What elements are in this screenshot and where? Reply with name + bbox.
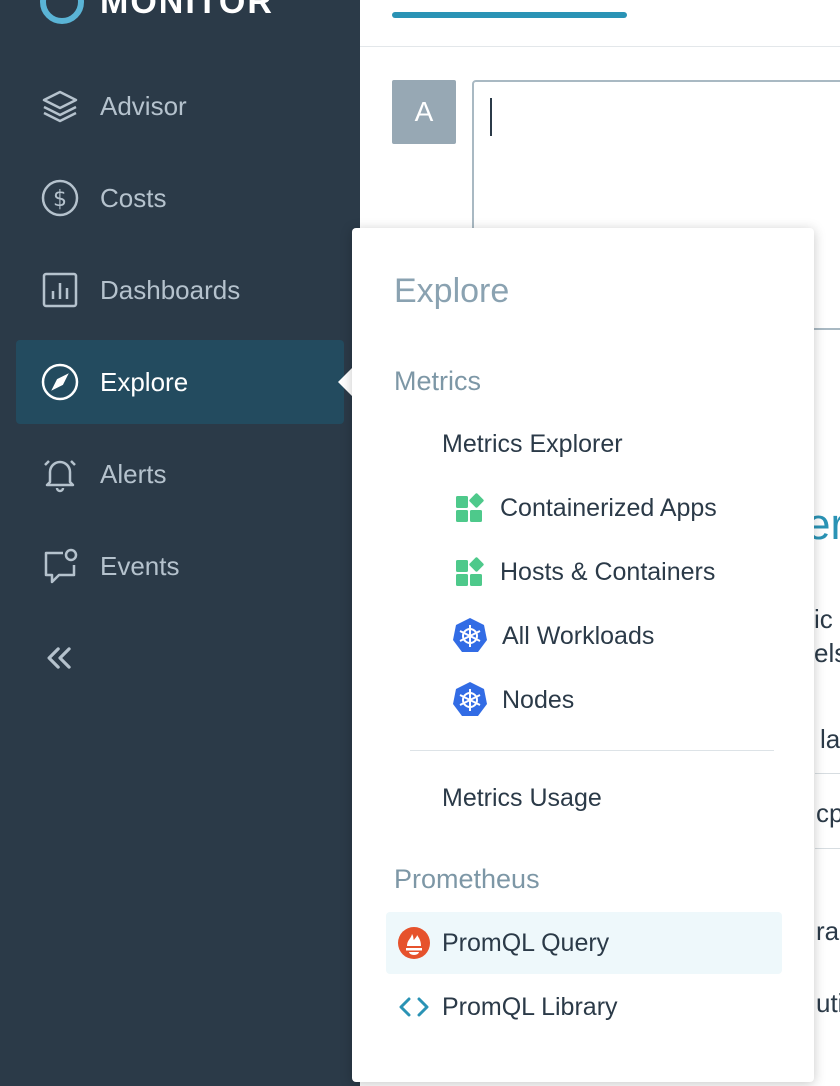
brand-name: MONITOR [100,0,274,21]
sidebar-item-explore[interactable]: Explore [16,340,344,424]
text-caret [490,98,492,136]
background-row-divider [815,848,840,849]
double-chevron-left-icon [47,647,71,669]
background-row-divider [815,773,840,774]
query-avatar: A [392,80,456,144]
sidebar-item-label: Dashboards [100,274,241,305]
menu-divider [410,750,774,751]
menu-item-metrics-explorer[interactable]: Metrics Explorer [442,414,623,474]
menu-item-promql-query[interactable]: PromQL Query [396,913,609,973]
menu-item-hosts-containers[interactable]: Hosts & Containers [452,542,715,602]
green-blocks-icon [452,554,488,590]
dollar-circle-icon: $ [38,176,82,220]
menu-item-all-workloads[interactable]: All Workloads [450,606,654,666]
popover-arrow [338,368,352,396]
sidebar-item-label: Costs [100,182,167,213]
sidebar-item-costs[interactable]: $ Costs [16,156,344,240]
svg-text:$: $ [53,187,67,212]
menu-item-metrics-usage[interactable]: Metrics Usage [442,768,602,828]
sidebar-item-dashboards[interactable]: Dashboards [16,248,344,332]
menu-item-nodes[interactable]: Nodes [450,670,574,730]
advisor-layers-icon [38,84,82,128]
menu-item-containerized-apps[interactable]: Containerized Apps [452,478,717,538]
code-brackets-icon [396,989,432,1025]
menu-item-promql-library[interactable]: PromQL Library [396,977,618,1037]
background-text-fragment: cpu [816,798,840,828]
background-text-fragment: uti [816,988,840,1018]
green-blocks-icon [452,490,488,526]
brand-logo-icon [40,0,84,24]
menu-item-label: Metrics Usage [442,783,602,812]
kubernetes-icon [450,680,490,720]
prometheus-icon [396,925,432,961]
explore-menu-title: Explore [394,272,510,310]
menu-item-label: Nodes [502,685,575,714]
brand[interactable]: MONITOR [40,0,274,24]
prometheus-section-heading: Prometheus [394,864,540,894]
sidebar-item-advisor[interactable]: Advisor [16,64,344,148]
background-text-fragment: ic [814,604,833,634]
sidebar-item-events[interactable]: Events [16,524,344,608]
menu-item-label: Containerized Apps [500,493,717,522]
background-text-fragment: ra [816,916,840,946]
menu-item-label: PromQL Library [442,992,618,1021]
collapse-sidebar-button[interactable] [38,636,82,680]
sidebar-item-label: Alerts [100,458,167,489]
header-divider [360,46,840,47]
menu-item-label: Metrics Explorer [442,429,623,458]
menu-item-label: PromQL Query [442,928,610,957]
compass-icon [38,360,82,404]
sidebar-item-alerts[interactable]: Alerts [16,432,344,516]
menu-item-label: Hosts & Containers [500,557,716,586]
sidebar-item-label: Explore [100,366,189,397]
sidebar-item-label: Events [100,550,180,581]
bell-icon [38,452,82,496]
metrics-section-heading: Metrics [394,366,481,396]
background-text-fragment: els [814,638,840,668]
kubernetes-icon [450,616,490,656]
menu-item-label: All Workloads [502,621,655,650]
explore-menu: Explore Metrics Metrics Explorer Contain… [352,228,814,1082]
active-tab-indicator [392,12,627,18]
bar-chart-icon [38,268,82,312]
background-text-fragment: la [820,724,840,754]
sidebar: MONITOR Advisor $ Costs Dashboards Explo… [0,0,360,1086]
sidebar-item-label: Advisor [100,90,187,121]
chat-bubble-icon [38,544,82,588]
